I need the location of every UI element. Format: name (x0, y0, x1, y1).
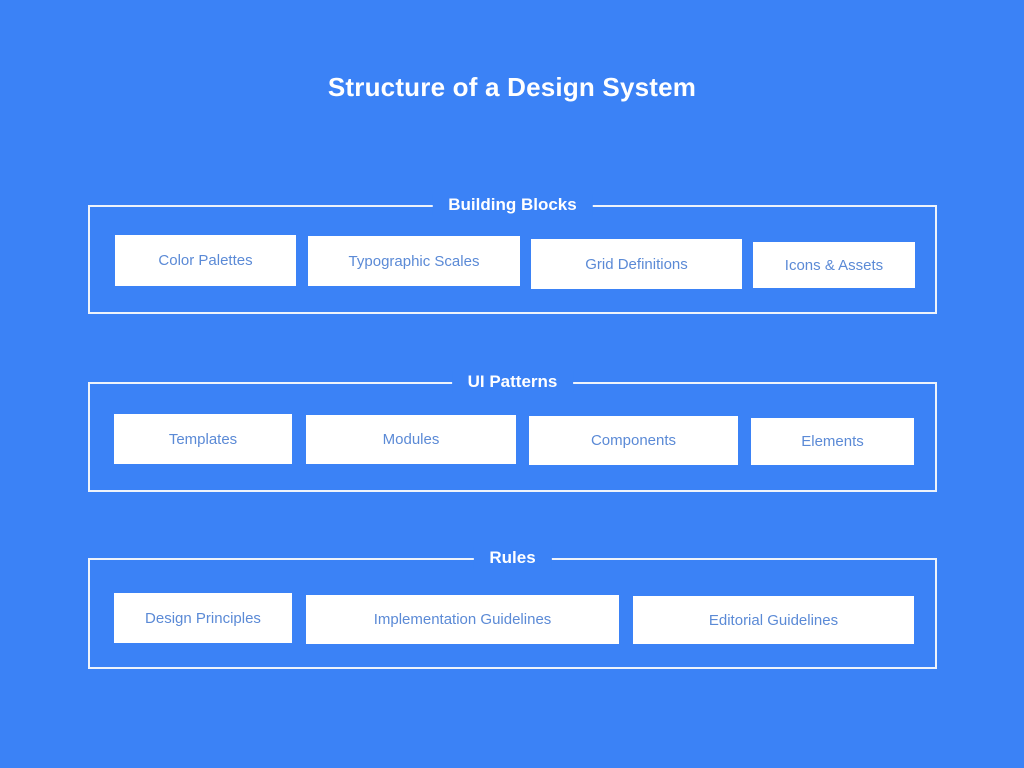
card-elements[interactable]: Elements (751, 418, 914, 465)
card-typographic-scales[interactable]: Typographic Scales (308, 236, 520, 286)
group-ui-patterns: UI Patterns Templates Modules Components… (88, 371, 937, 492)
card-implementation-guidelines[interactable]: Implementation Guidelines (306, 595, 619, 644)
card-components[interactable]: Components (529, 416, 738, 465)
card-row-rules: Design Principles Implementation Guideli… (90, 560, 935, 667)
card-modules[interactable]: Modules (306, 415, 516, 464)
group-building-blocks: Building Blocks Color Palettes Typograph… (88, 194, 937, 314)
card-icons-and-assets[interactable]: Icons & Assets (753, 242, 915, 288)
card-templates[interactable]: Templates (114, 414, 292, 464)
card-row-building-blocks: Color Palettes Typographic Scales Grid D… (90, 207, 935, 312)
slide-canvas: Structure of a Design System Building Bl… (0, 0, 1024, 768)
card-editorial-guidelines[interactable]: Editorial Guidelines (633, 596, 914, 644)
card-design-principles[interactable]: Design Principles (114, 593, 292, 643)
card-color-palettes[interactable]: Color Palettes (115, 235, 296, 286)
page-title: Structure of a Design System (327, 72, 697, 102)
card-grid-definitions[interactable]: Grid Definitions (531, 239, 742, 289)
card-row-ui-patterns: Templates Modules Components Elements (90, 384, 935, 490)
group-rules: Rules Design Principles Implementation G… (88, 547, 937, 669)
